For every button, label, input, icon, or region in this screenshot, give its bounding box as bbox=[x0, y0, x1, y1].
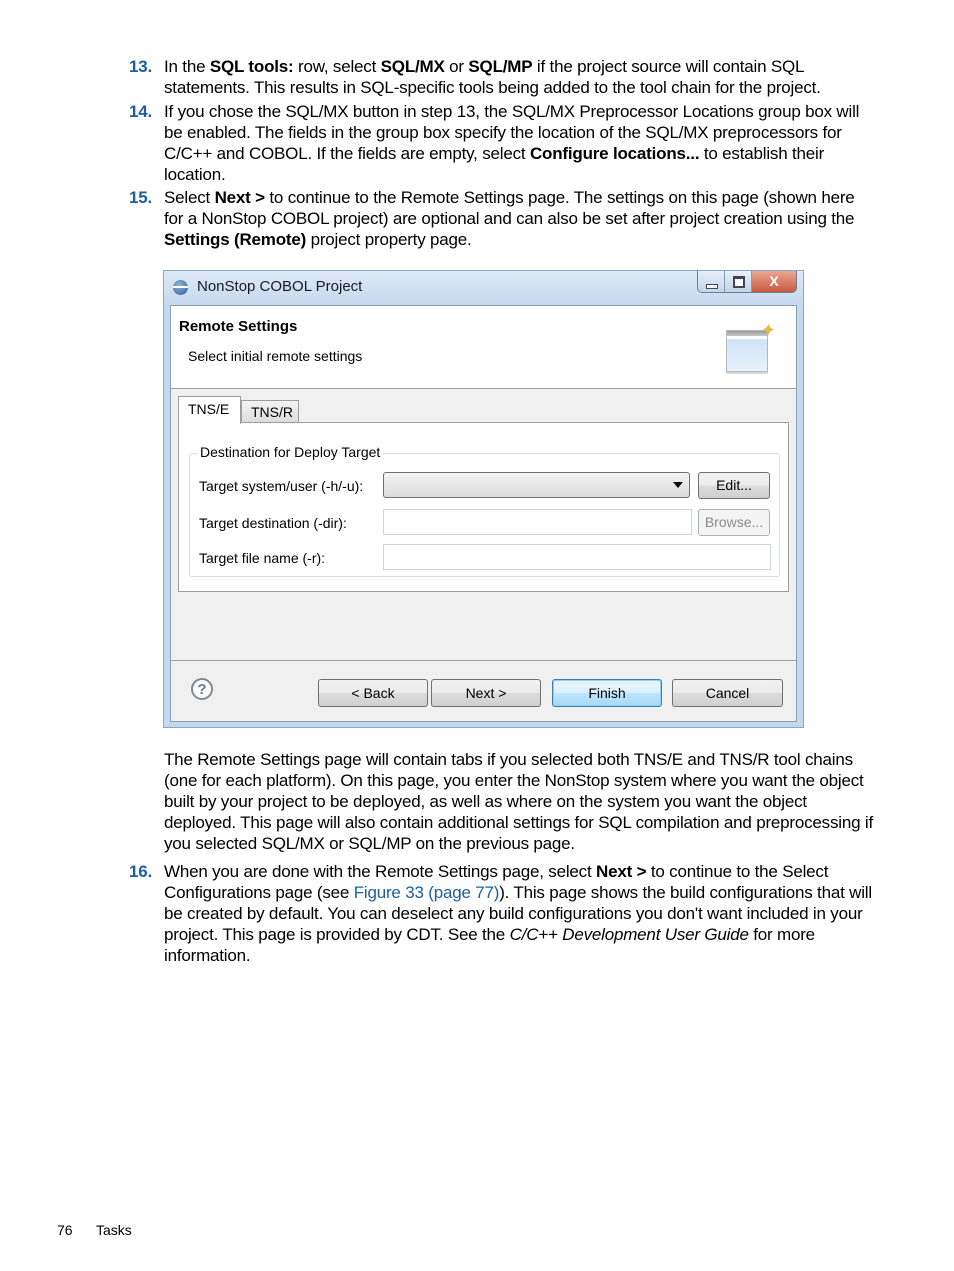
dropdown-arrow-icon bbox=[673, 482, 683, 488]
target-system-label: Target system/user (-h/-u): bbox=[199, 478, 364, 494]
close-icon[interactable]: X bbox=[752, 271, 796, 292]
footer-divider bbox=[171, 660, 796, 661]
finish-button[interactable]: Finish bbox=[552, 679, 662, 707]
target-destination-label: Target destination (-dir): bbox=[199, 515, 347, 531]
banner-title: Remote Settings bbox=[179, 318, 298, 335]
dialog-title: NonStop COBOL Project bbox=[197, 278, 363, 295]
title-bar[interactable]: NonStop COBOL Project X bbox=[164, 271, 803, 305]
tab-tns-r[interactable]: TNS/R bbox=[241, 400, 299, 424]
figure-33-link[interactable]: Figure 33 (page 77) bbox=[354, 883, 500, 902]
deploy-target-group: Destination for Deploy Target Target sys… bbox=[189, 444, 780, 577]
step-15: 15. Select Next > to continue to the Rem… bbox=[129, 188, 855, 249]
cancel-button[interactable]: Cancel bbox=[672, 679, 783, 707]
step-14: 14. If you chose the SQL/MX button in st… bbox=[129, 102, 860, 184]
group-title: Destination for Deploy Target bbox=[198, 444, 383, 460]
back-button[interactable]: < Back bbox=[318, 679, 428, 707]
remote-settings-dialog: NonStop COBOL Project X Remote Settings … bbox=[163, 270, 804, 728]
section-name: Tasks bbox=[96, 1222, 132, 1238]
step-number: 15. bbox=[129, 188, 153, 207]
target-file-name-input[interactable] bbox=[383, 544, 771, 570]
eclipse-icon bbox=[173, 280, 188, 295]
target-file-name-label: Target file name (-r): bbox=[199, 550, 326, 566]
maximize-icon[interactable] bbox=[725, 271, 752, 292]
minimize-icon[interactable] bbox=[698, 271, 725, 292]
window-controls: X bbox=[697, 271, 797, 293]
banner-description: Select initial remote settings bbox=[188, 348, 363, 364]
tab-panel: Destination for Deploy Target Target sys… bbox=[178, 422, 789, 592]
target-system-combo[interactable] bbox=[383, 472, 690, 498]
page-number: 76 bbox=[57, 1222, 73, 1238]
help-icon[interactable]: ? bbox=[191, 678, 213, 700]
sparkle-icon: ✦ bbox=[760, 320, 776, 340]
step-number: 14. bbox=[129, 102, 153, 121]
next-button[interactable]: Next > bbox=[431, 679, 541, 707]
step-number: 13. bbox=[129, 57, 153, 76]
dialog-client-area: Remote Settings Select initial remote se… bbox=[170, 305, 797, 722]
wizard-icon: ✦ bbox=[726, 320, 776, 374]
target-destination-input[interactable] bbox=[383, 509, 692, 535]
step-16: 16. When you are done with the Remote Se… bbox=[129, 862, 872, 965]
wizard-banner: Remote Settings Select initial remote se… bbox=[171, 306, 796, 389]
tab-tns-e[interactable]: TNS/E bbox=[178, 396, 241, 424]
figure-description: The Remote Settings page will contain ta… bbox=[164, 750, 873, 853]
browse-button[interactable]: Browse... bbox=[698, 509, 770, 536]
step-13: 13. In the SQL tools: row, select SQL/MX… bbox=[129, 57, 821, 97]
edit-button[interactable]: Edit... bbox=[698, 472, 770, 499]
step-number: 16. bbox=[129, 862, 153, 881]
